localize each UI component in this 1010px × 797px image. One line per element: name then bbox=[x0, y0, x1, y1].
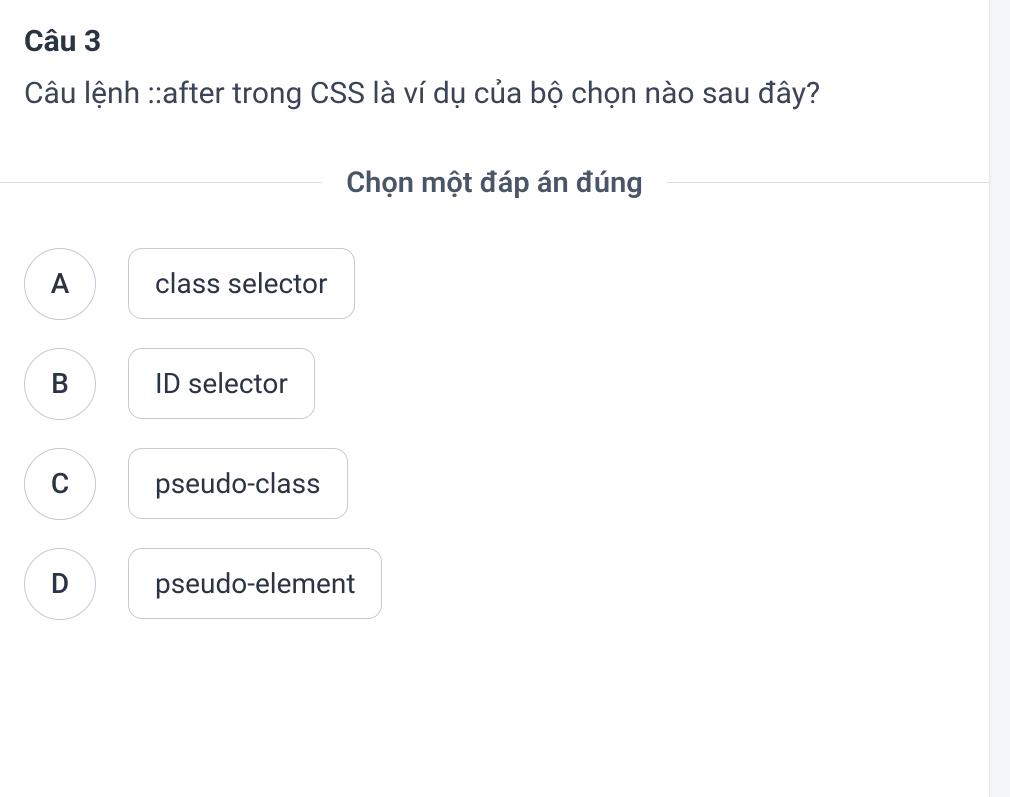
option-text-c[interactable]: pseudo-class bbox=[128, 448, 348, 519]
option-letter-c[interactable]: C bbox=[24, 448, 96, 520]
option-letter-a[interactable]: A bbox=[24, 248, 96, 320]
option-b[interactable]: B ID selector bbox=[24, 348, 965, 420]
options-list: A class selector B ID selector C pseudo-… bbox=[24, 248, 965, 620]
option-letter-d[interactable]: D bbox=[24, 548, 96, 620]
option-letter-b[interactable]: B bbox=[24, 348, 96, 420]
option-a[interactable]: A class selector bbox=[24, 248, 965, 320]
instruction-divider: Chọn một đáp án đúng bbox=[0, 166, 989, 200]
option-d[interactable]: D pseudo-element bbox=[24, 548, 965, 620]
question-text: Câu lệnh ::after trong CSS là ví dụ của … bbox=[24, 71, 965, 118]
option-text-a[interactable]: class selector bbox=[128, 248, 355, 319]
option-text-b[interactable]: ID selector bbox=[128, 348, 315, 419]
divider-line-left bbox=[0, 182, 322, 183]
option-c[interactable]: C pseudo-class bbox=[24, 448, 965, 520]
question-number: Câu 3 bbox=[24, 24, 965, 59]
divider-line-right bbox=[667, 182, 989, 183]
option-text-d[interactable]: pseudo-element bbox=[128, 548, 382, 619]
question-card: Câu 3 Câu lệnh ::after trong CSS là ví d… bbox=[0, 0, 990, 797]
instruction-label: Chọn một đáp án đúng bbox=[346, 166, 643, 200]
